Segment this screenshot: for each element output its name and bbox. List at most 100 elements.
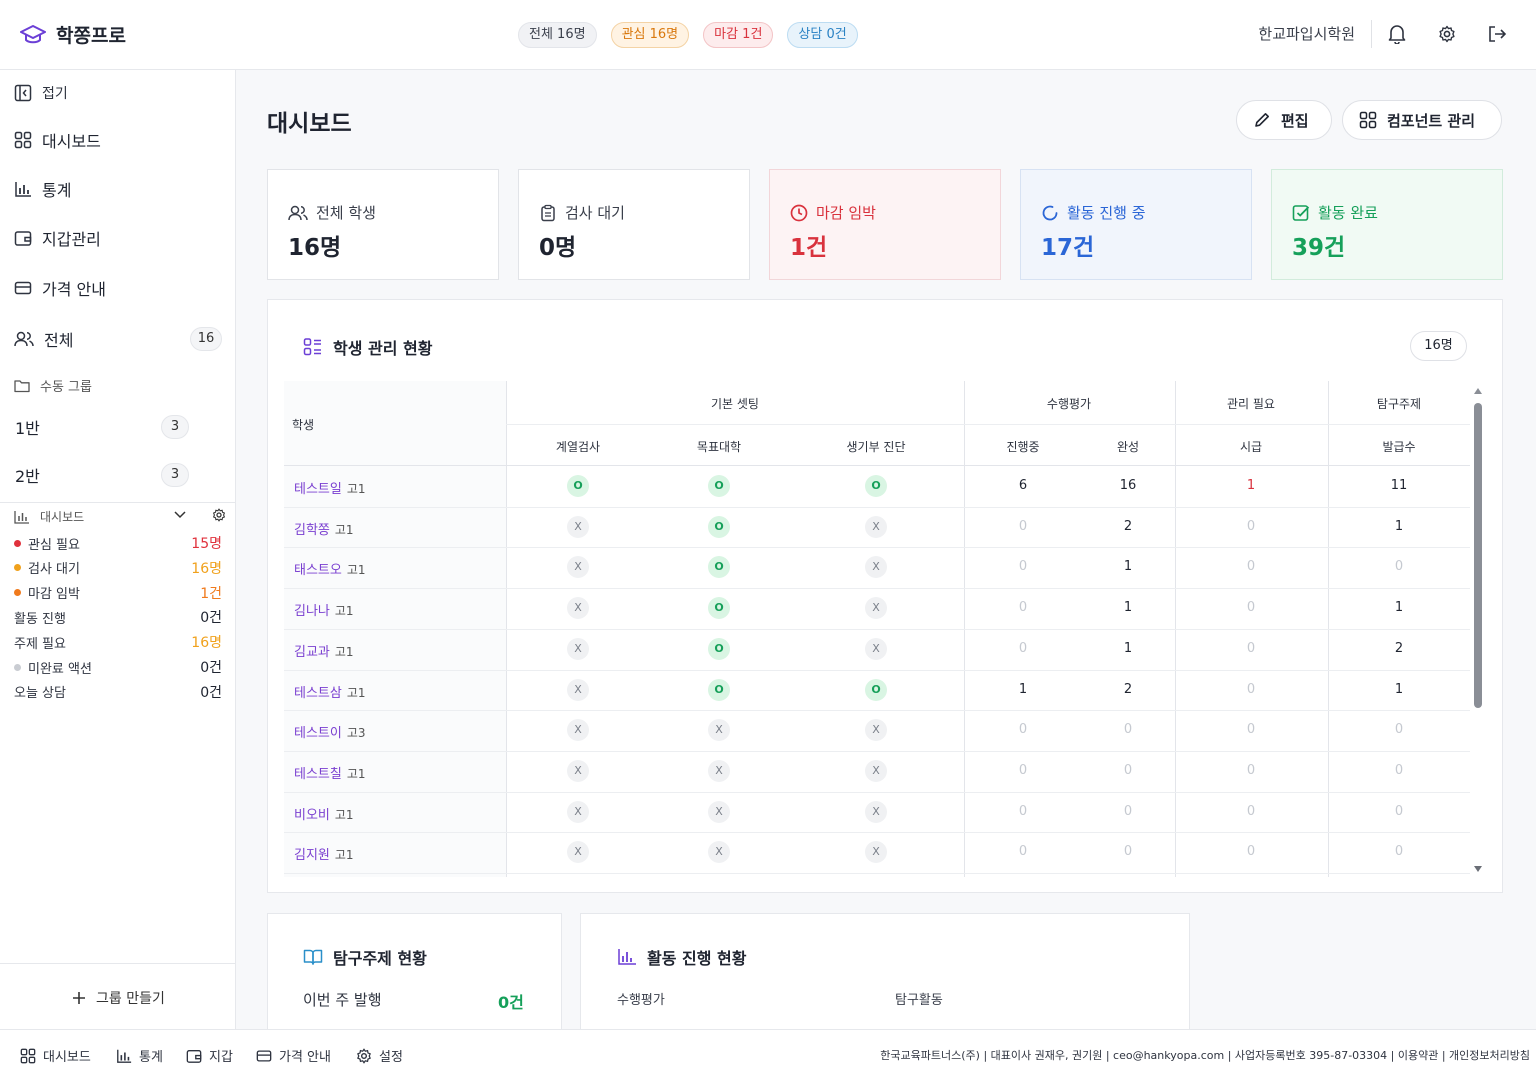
sidebar-widget-header[interactable]: 대시보드 — [14, 508, 226, 525]
table-row[interactable]: 테스트삼 고1 X O O 1 2 0 1 — [284, 670, 1470, 710]
sidebar-stat-row[interactable]: 마감 임박 1건 — [14, 583, 222, 603]
student-name[interactable]: 테스트일 고1 — [294, 478, 366, 497]
count-cell: 2 — [1123, 681, 1133, 697]
sidebar-stat-row[interactable]: 활동 진행 0건 — [14, 607, 222, 627]
sidebar-group-1[interactable]: 1반 3 — [15, 415, 223, 439]
footer-nav-dashboard[interactable]: 대시보드 — [20, 1046, 91, 1065]
done-badge: O — [708, 556, 730, 579]
student-name-text: 테스트삼 — [294, 685, 342, 701]
student-name[interactable]: 태스트오 고1 — [294, 559, 366, 578]
footer-nav-stats[interactable]: 통계 — [116, 1046, 163, 1065]
count-cell: 1 — [1123, 600, 1133, 616]
footer-nav-pricing[interactable]: 가격 안내 — [256, 1046, 331, 1065]
footer-nav-settings[interactable]: 설정 — [356, 1046, 403, 1065]
count-cell: 0 — [1246, 803, 1256, 819]
student-name[interactable]: 테스트칠 고1 — [294, 763, 366, 782]
sidebar-group-2[interactable]: 2반 3 — [15, 463, 223, 487]
pill-interest[interactable]: 관심 16명 — [610, 22, 690, 48]
gear-icon[interactable] — [1422, 20, 1472, 48]
edit-button[interactable]: 편집 — [1236, 100, 1332, 140]
table-row[interactable]: 테스트칠 고1 X X X 0 0 0 0 — [284, 751, 1470, 791]
sidebar-stat-row[interactable]: 관심 필요 15명 — [14, 533, 222, 553]
pill-deadline[interactable]: 마감 1건 — [703, 22, 774, 48]
app-logo[interactable]: 학쫑프로 — [20, 21, 126, 48]
sidebar-item-wallet[interactable]: 지갑관리 — [14, 226, 222, 250]
spinner-icon — [1041, 204, 1059, 222]
not-done-badge: X — [567, 637, 589, 660]
column-header[interactable]: 계열검사 — [528, 438, 628, 455]
card-label-text: 활동 완료 — [1318, 204, 1378, 222]
sidebar-divider — [0, 502, 236, 503]
count-cell: 0 — [1018, 640, 1028, 656]
graduation-cap-icon — [20, 24, 46, 46]
sidebar-item-pricing[interactable]: 가격 안내 — [14, 276, 222, 300]
table-row[interactable]: 비오비 고1 X X X 0 0 0 0 — [284, 792, 1470, 832]
count-cell: 0 — [1018, 518, 1028, 534]
sidebar-stat-row[interactable]: 미완료 액션 0건 — [14, 657, 222, 677]
component-manage-button[interactable]: 컴포넌트 관리 — [1342, 100, 1502, 140]
scrollbar-thumb[interactable] — [1474, 403, 1482, 708]
stat-card-deadline[interactable]: 마감 임박 1건 — [769, 169, 1001, 280]
stat-card-activity-done[interactable]: 활동 완료 39건 — [1271, 169, 1503, 280]
weekly-issued-label: 이번 주 발행 — [303, 991, 382, 1009]
scroll-up-icon[interactable] — [1473, 387, 1483, 395]
pill-consult[interactable]: 상담 0건 — [787, 22, 858, 48]
column-header[interactable]: 진행중 — [973, 438, 1073, 455]
sidebar-item-stats[interactable]: 통계 — [14, 177, 222, 201]
student-name[interactable]: 김교과 고1 — [294, 641, 354, 660]
student-name-text: 김학쫑 — [294, 522, 330, 538]
logout-icon[interactable] — [1472, 20, 1522, 48]
sidebar-stat-row[interactable]: 검사 대기 16명 — [14, 558, 222, 578]
student-name-text: 김지원 — [294, 848, 330, 864]
edit-label: 편집 — [1281, 111, 1309, 130]
sidebar-stat-row[interactable]: 주제 필요 16명 — [14, 632, 222, 652]
widget-settings-icon[interactable] — [212, 508, 226, 522]
column-header[interactable]: 완성 — [1078, 438, 1178, 455]
table-row[interactable]: 김지원 고1 X X X 0 0 0 0 — [284, 832, 1470, 872]
bell-icon[interactable] — [1372, 20, 1422, 48]
student-name[interactable]: 테스트이 고3 — [294, 722, 366, 741]
grid-icon — [14, 131, 32, 149]
column-header[interactable]: 시급 — [1201, 438, 1301, 455]
student-name[interactable]: 김학쫑 고1 — [294, 519, 354, 538]
pill-total[interactable]: 전체 16명 — [518, 22, 597, 48]
activity-panel-title: 활동 진행 현황 — [617, 945, 746, 969]
student-name[interactable]: 테스트삼 고1 — [294, 682, 366, 701]
table-row[interactable]: 테스트이 고3 X X X 0 0 0 0 — [284, 710, 1470, 750]
student-name[interactable]: 김나나 고1 — [294, 600, 354, 619]
clock-icon — [790, 204, 808, 222]
column-header[interactable]: 발급수 — [1349, 438, 1449, 455]
bar-chart-icon — [14, 510, 30, 524]
scroll-down-icon[interactable] — [1473, 865, 1483, 873]
student-name-text: 김나나 — [294, 604, 330, 620]
academy-name[interactable]: 한교파입시학원 — [1258, 20, 1372, 48]
column-header[interactable]: 목표대학 — [669, 438, 769, 455]
student-grade: 고1 — [346, 563, 366, 578]
stat-card-total-students[interactable]: 전체 학생 16명 — [267, 169, 499, 280]
table-scrollbar[interactable] — [1472, 387, 1484, 875]
collapse-button[interactable]: 접기 — [14, 83, 222, 103]
card-value: 39건 — [1292, 235, 1346, 261]
student-name[interactable]: 김지원 고1 — [294, 844, 354, 863]
chevron-down-icon[interactable] — [174, 511, 186, 519]
stat-value: 1건 — [200, 585, 222, 602]
table-row[interactable]: 김교과 고1 X O X 0 1 0 2 — [284, 629, 1470, 669]
sidebar-item-all[interactable]: 전체 16 — [14, 327, 222, 351]
new-group-button[interactable]: 그룹 만들기 — [72, 988, 165, 1008]
table-row[interactable]: 테스트일 고1 O O O 6 16 1 11 — [284, 466, 1470, 506]
table-row[interactable]: 김나나 고1 X O X 0 1 0 1 — [284, 588, 1470, 628]
table-row[interactable]: 김학쫑 고1 X O X 0 2 0 1 — [284, 507, 1470, 547]
card-label: 검사 대기 — [539, 202, 625, 223]
table-row[interactable]: 태스트오 고1 X O X 0 1 0 0 — [284, 547, 1470, 587]
not-done-badge: X — [708, 841, 730, 864]
column-header[interactable]: 생기부 진단 — [826, 438, 926, 455]
sidebar-item-dashboard[interactable]: 대시보드 — [14, 128, 222, 152]
footer-nav-wallet[interactable]: 지갑 — [186, 1046, 233, 1065]
stat-card-activity-in-progress[interactable]: 활동 진행 중 17건 — [1020, 169, 1252, 280]
student-name[interactable]: 비오비 고1 — [294, 804, 354, 823]
sidebar-stat-row[interactable]: 오늘 상담 0건 — [14, 682, 222, 702]
footer-nav-label: 설정 — [379, 1050, 403, 1065]
stat-card-test-pending[interactable]: 검사 대기 0명 — [518, 169, 750, 280]
sidebar-divider — [0, 963, 236, 964]
stat-value: 16명 — [191, 635, 222, 652]
